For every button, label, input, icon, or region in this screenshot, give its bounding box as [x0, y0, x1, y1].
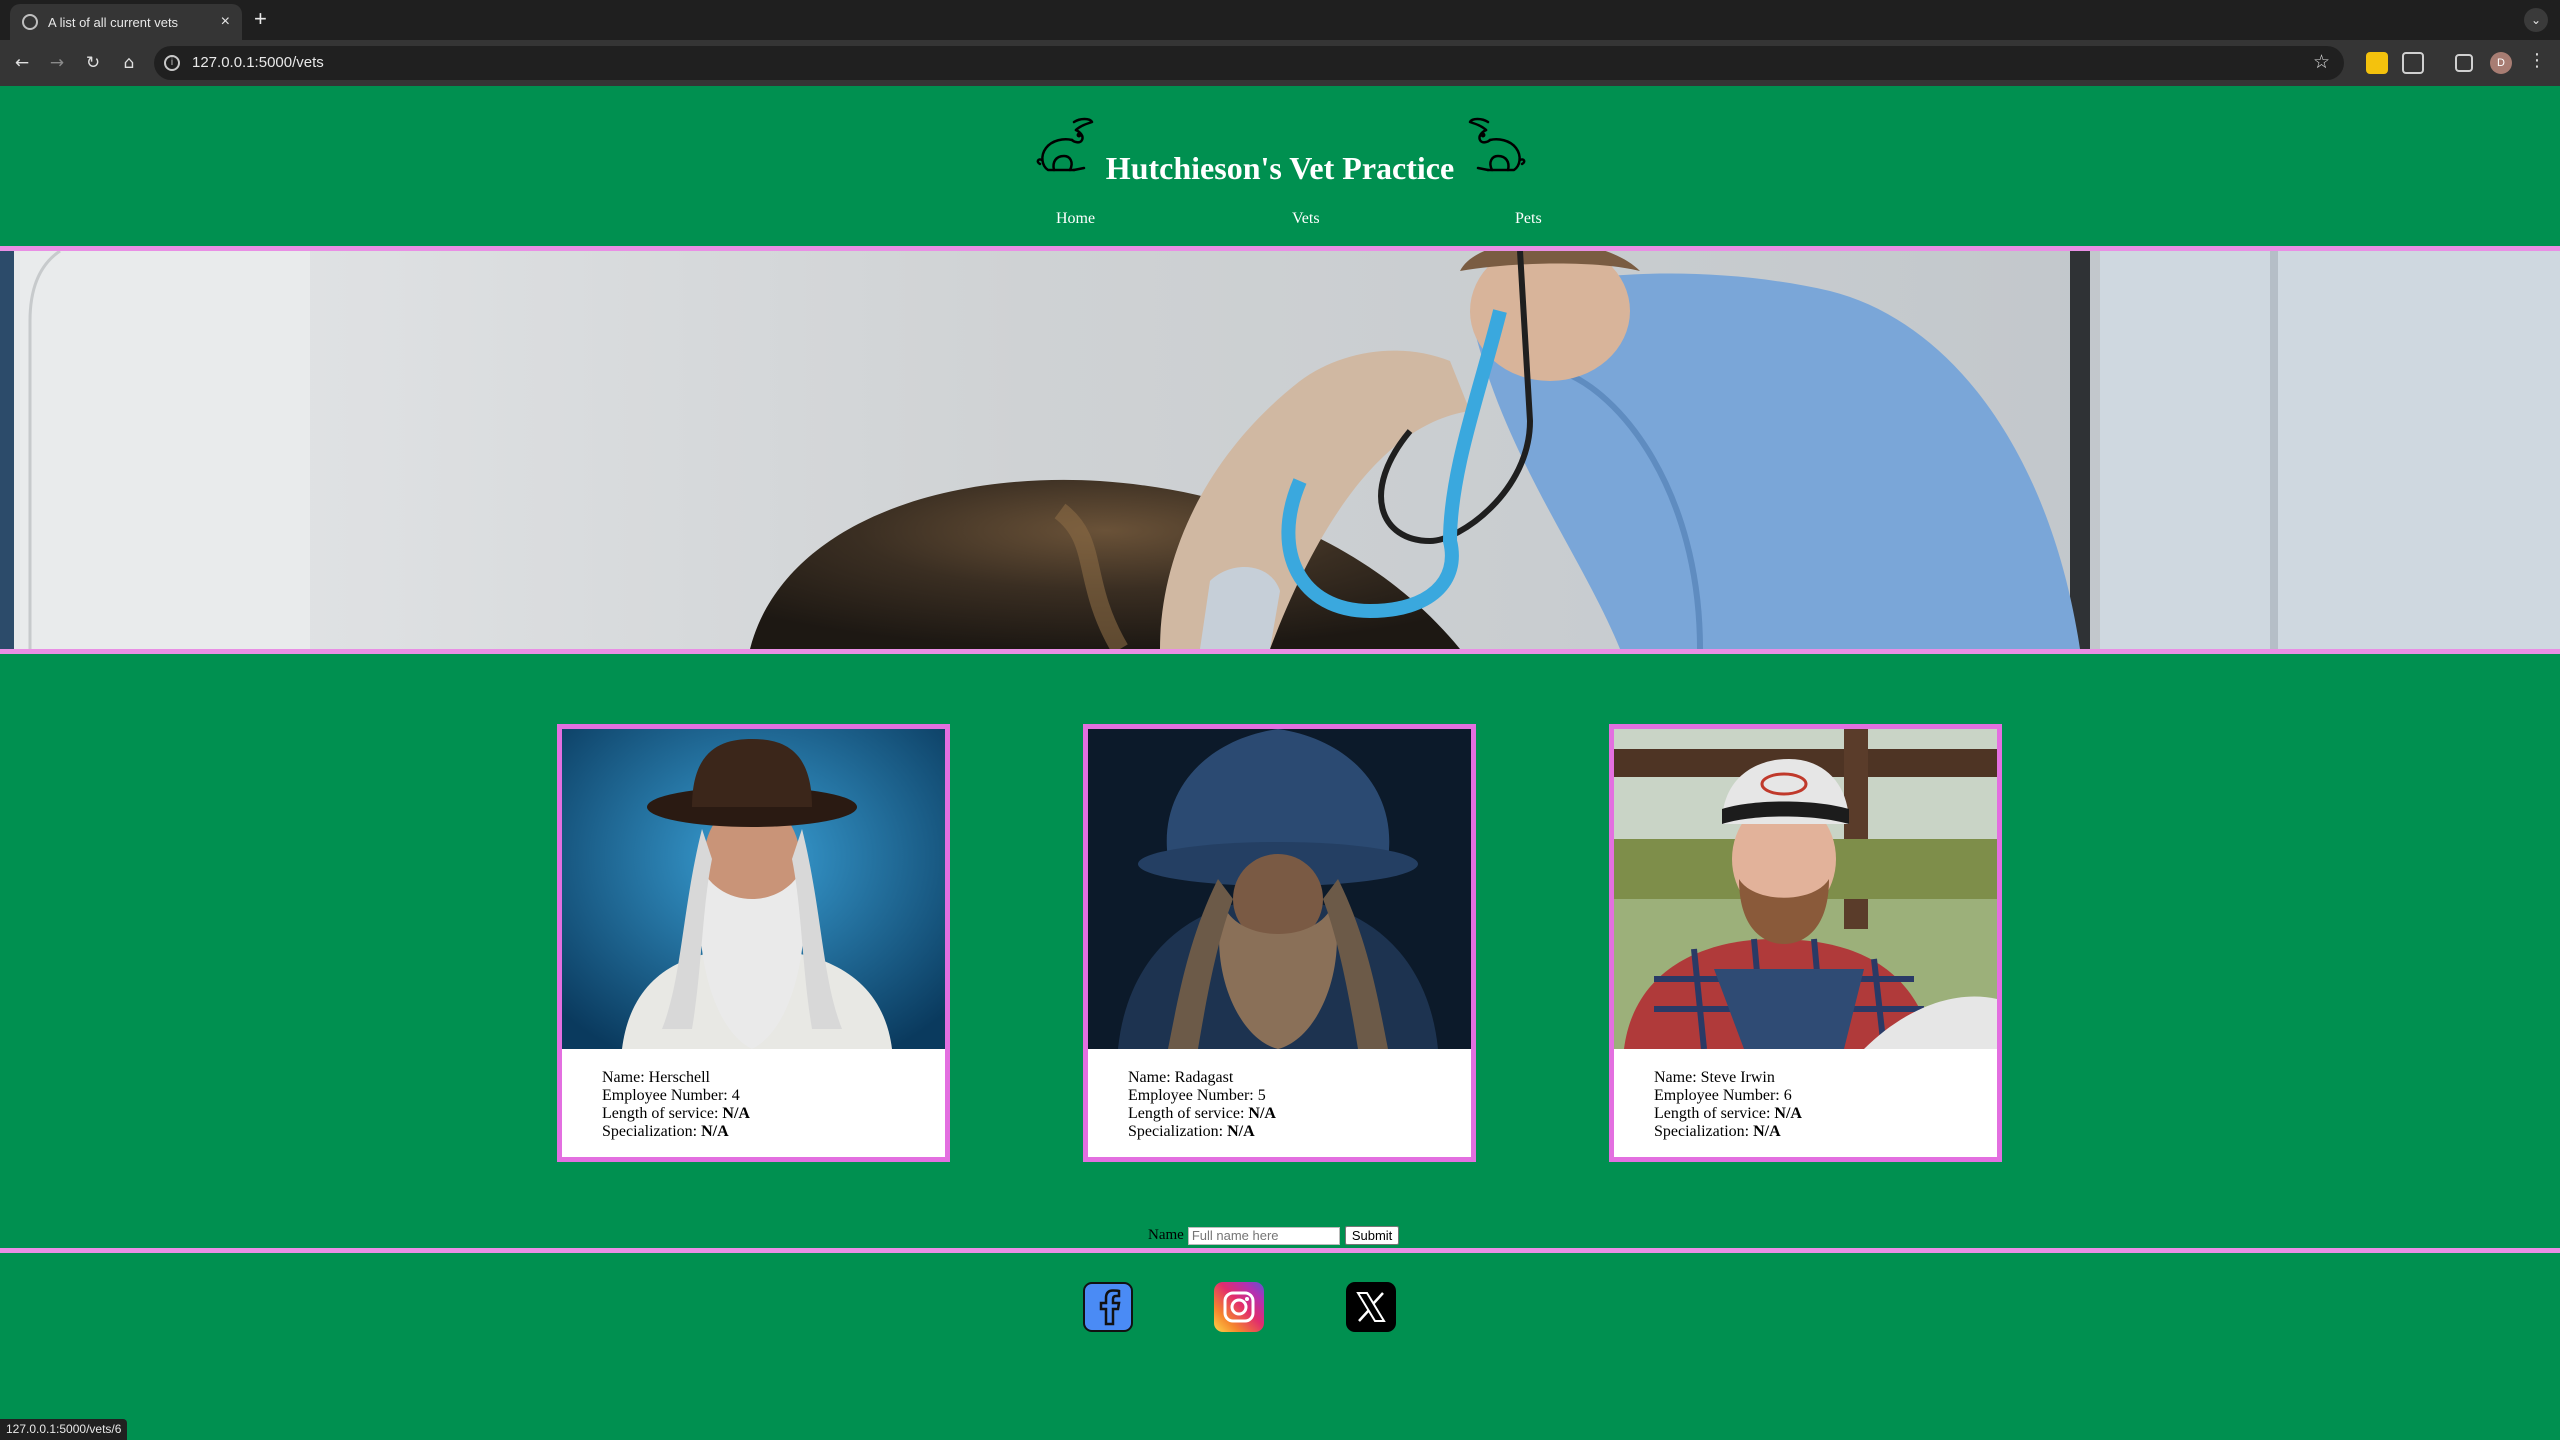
vet-photo-radagast: [1088, 729, 1471, 1049]
site-header: Hutchieson's Vet Practice Home Vets Pets: [0, 86, 2560, 246]
browser-tab-bar: A list of all current vets × + ⌄: [0, 0, 2560, 40]
vet-card-herschell[interactable]: Name: Herschell Employee Number: 4 Lengt…: [557, 724, 950, 1162]
reload-icon[interactable]: ↻: [81, 51, 105, 75]
browser-menu-icon[interactable]: ⋮: [2528, 50, 2546, 71]
globe-icon: [22, 14, 38, 30]
browser-tab[interactable]: A list of all current vets ×: [10, 4, 242, 40]
vet-info: Name: Steve Irwin Employee Number: 6 Len…: [1614, 1049, 1997, 1141]
vet-card-radagast[interactable]: Name: Radagast Employee Number: 5 Length…: [1083, 724, 1476, 1162]
extension-icon[interactable]: [2366, 52, 2388, 74]
name-form: Name Submit: [1148, 1226, 1400, 1245]
nav-link-pets[interactable]: Pets: [1515, 210, 1542, 228]
vet-info: Name: Radagast Employee Number: 5 Length…: [1088, 1049, 1471, 1141]
home-icon[interactable]: ⌂: [117, 51, 141, 75]
vet-length-of-service: Length of service: N/A: [1654, 1105, 1802, 1122]
site-title: Hutchieson's Vet Practice: [1105, 150, 1455, 186]
x-twitter-icon[interactable]: [1346, 1282, 1396, 1332]
page: Hutchieson's Vet Practice Home Vets Pets: [0, 86, 2560, 1440]
vet-employee-number: Employee Number: 5: [1128, 1087, 1266, 1104]
instagram-icon[interactable]: [1214, 1282, 1264, 1332]
side-panel-icon[interactable]: [2455, 54, 2473, 72]
vet-name: Name: Herschell: [602, 1069, 710, 1086]
address-url[interactable]: 127.0.0.1:5000/vets: [192, 54, 324, 71]
tab-title: A list of all current vets: [48, 14, 179, 30]
rabbit-icon: [1468, 117, 1526, 172]
vet-specialization: Specialization: N/A: [602, 1123, 729, 1140]
nav-link-home[interactable]: Home: [1056, 210, 1095, 228]
vet-card-steve-irwin[interactable]: Name: Steve Irwin Employee Number: 6 Len…: [1609, 724, 2002, 1162]
vet-specialization: Specialization: N/A: [1128, 1123, 1255, 1140]
extensions-puzzle-icon[interactable]: [2402, 52, 2424, 74]
vet-photo-herschell: [562, 729, 945, 1049]
site-info-icon[interactable]: i: [164, 55, 180, 71]
vet-name: Name: Steve Irwin: [1654, 1069, 1775, 1086]
nav-link-vets[interactable]: Vets: [1292, 210, 1320, 228]
status-bar-url: 127.0.0.1:5000/vets/6: [0, 1419, 128, 1440]
address-bar[interactable]: i 127.0.0.1:5000/vets ☆: [154, 46, 2344, 80]
vet-specialization: Specialization: N/A: [1654, 1123, 1781, 1140]
footer-divider: [0, 1248, 2560, 1253]
submit-button[interactable]: Submit: [1344, 1226, 1400, 1245]
name-label: Name: [1148, 1227, 1184, 1243]
name-input[interactable]: [1187, 1226, 1340, 1245]
vet-info: Name: Herschell Employee Number: 4 Lengt…: [562, 1049, 945, 1141]
back-icon[interactable]: ←: [10, 51, 34, 75]
browser-toolbar: ← → ↻ ⌂ i 127.0.0.1:5000/vets ☆ D ⋮: [0, 40, 2560, 86]
tab-search-icon[interactable]: ⌄: [2524, 8, 2548, 32]
tab-close-icon[interactable]: ×: [221, 13, 230, 31]
vet-photo-steve-irwin: [1614, 729, 1997, 1049]
vet-employee-number: Employee Number: 6: [1654, 1087, 1792, 1104]
forward-icon[interactable]: →: [45, 51, 69, 75]
vet-name: Name: Radagast: [1128, 1069, 1234, 1086]
vet-length-of-service: Length of service: N/A: [1128, 1105, 1276, 1122]
vet-length-of-service: Length of service: N/A: [602, 1105, 750, 1122]
vet-employee-number: Employee Number: 4: [602, 1087, 740, 1104]
new-tab-button[interactable]: +: [254, 6, 267, 32]
bookmark-star-icon[interactable]: ☆: [2313, 51, 2330, 73]
facebook-icon[interactable]: [1083, 1282, 1133, 1332]
hero-banner-image: [0, 246, 2560, 654]
profile-avatar[interactable]: D: [2490, 52, 2512, 74]
